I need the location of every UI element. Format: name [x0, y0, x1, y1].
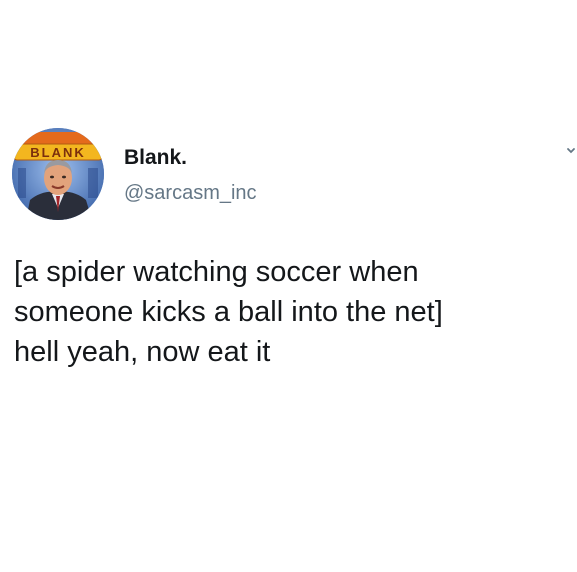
svg-text:BLANK: BLANK: [30, 145, 86, 160]
tweet-card: BLANK Blank. @sarcasm_inc [a spider watc…: [0, 0, 577, 572]
tweet-text-line: hell yeah, now eat it: [14, 336, 271, 368]
display-name[interactable]: Blank.: [124, 146, 187, 170]
tweet-text-line: [a spider watching soccer when: [14, 256, 419, 288]
tweet-text: [a spider watching soccer when someone k…: [14, 252, 570, 372]
show-logo: BLANK: [13, 132, 103, 161]
chevron-down-icon[interactable]: [566, 146, 576, 156]
avatar-image: BLANK: [12, 128, 104, 220]
tweet-text-line: someone kicks a ball into the net]: [14, 296, 443, 328]
avatar[interactable]: BLANK: [12, 128, 104, 220]
user-handle[interactable]: @sarcasm_inc: [124, 181, 257, 205]
